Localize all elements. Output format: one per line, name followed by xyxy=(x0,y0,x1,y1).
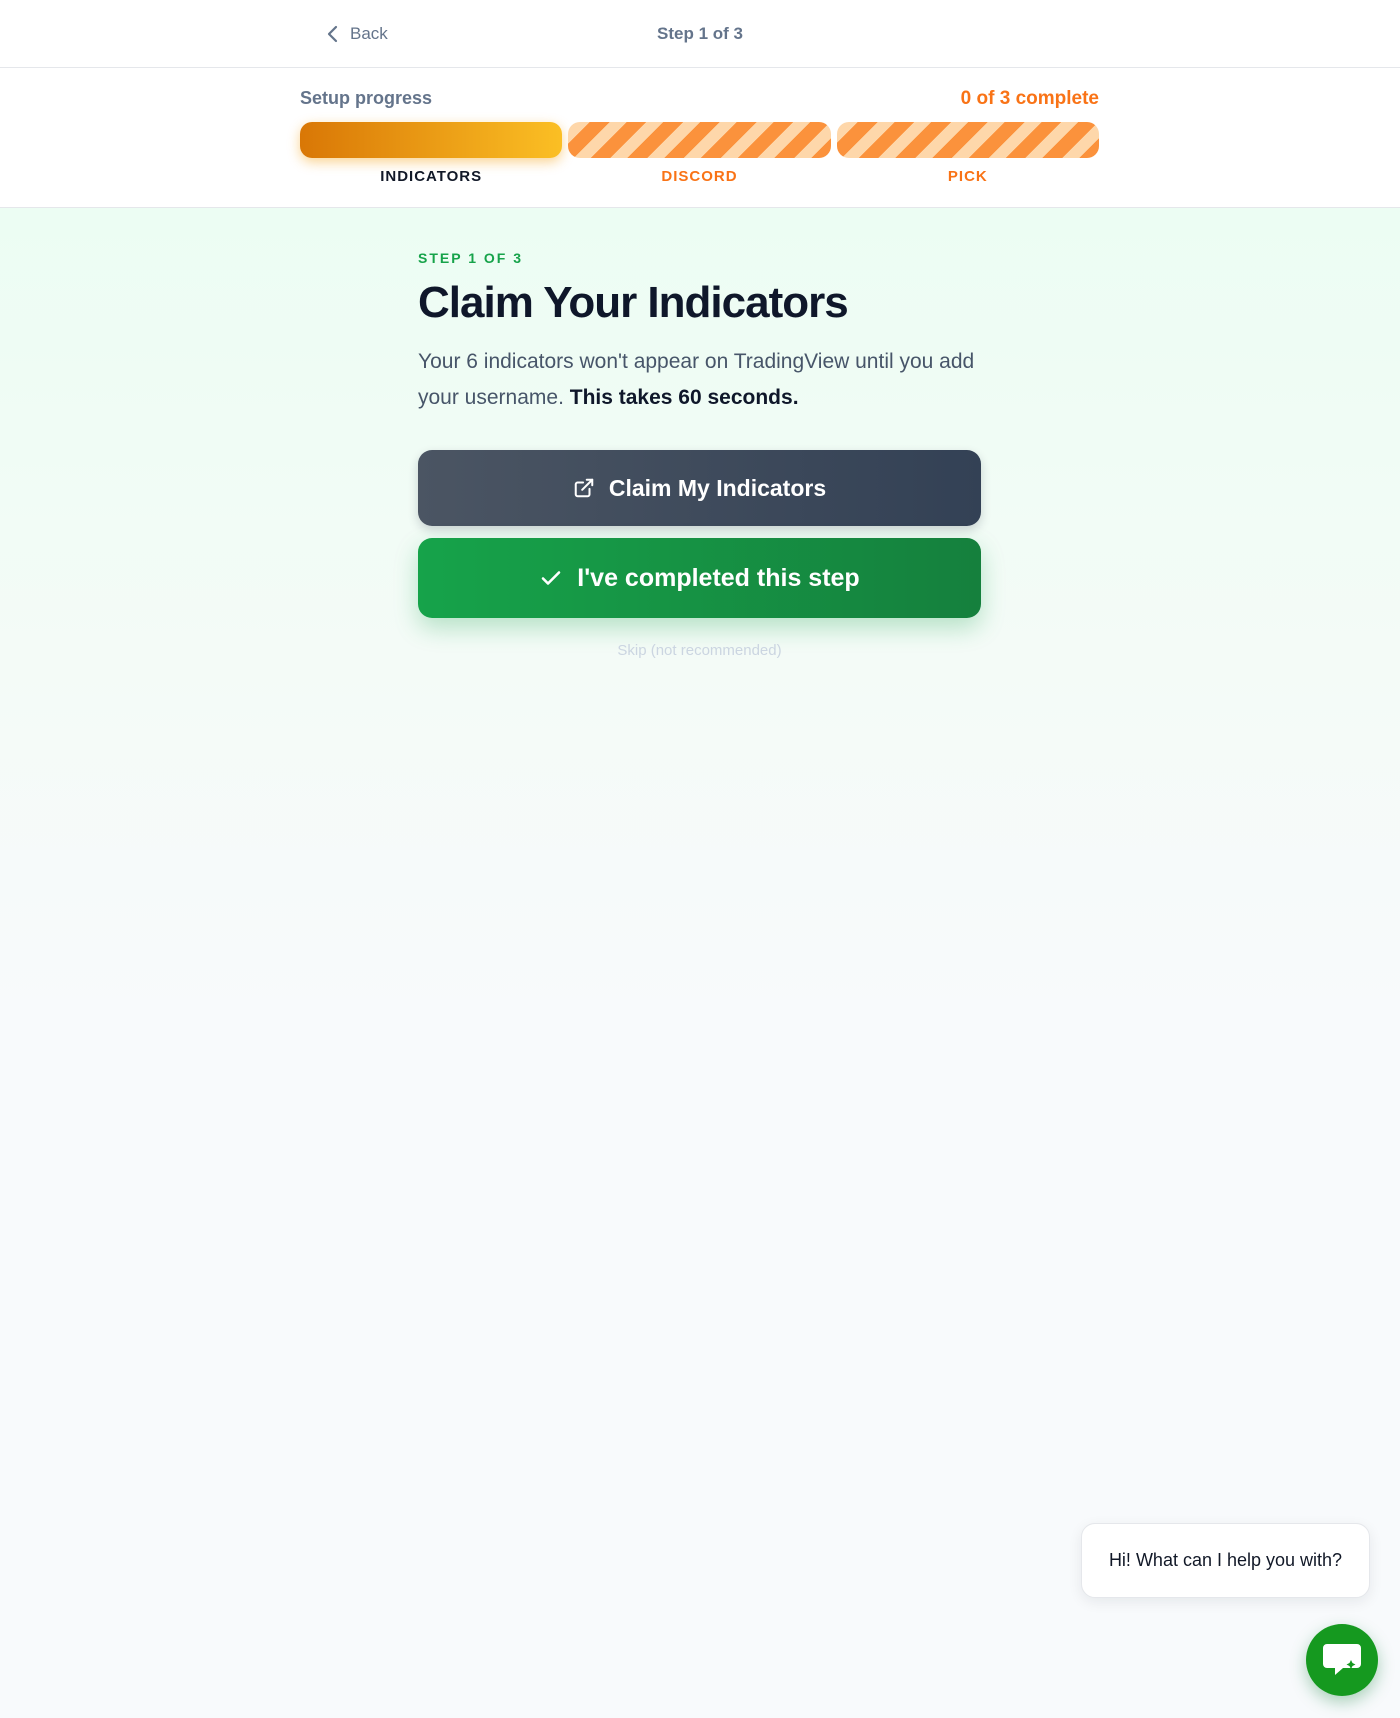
step-label-pick: PICK xyxy=(947,168,988,185)
progress-segment-indicators xyxy=(300,122,563,158)
step-eyebrow: STEP 1 OF 3 xyxy=(418,250,523,266)
chat-launcher-button[interactable] xyxy=(1306,1624,1378,1696)
description-emphasis: This takes 60 seconds. xyxy=(569,386,799,409)
main-panel: STEP 1 OF 3 Claim Your Indicators Your 6… xyxy=(0,208,1400,1718)
check-icon xyxy=(541,571,561,585)
chat-icon xyxy=(1323,1644,1361,1675)
top-bar: Back Step 1 of 3 xyxy=(0,0,1400,68)
step-indicator: Step 1 of 3 xyxy=(657,24,743,43)
step-label-indicators: INDICATORS xyxy=(380,168,483,185)
chat-greeting-text: Hi! What can I help you with? xyxy=(1108,1550,1343,1570)
chat-greeting-bubble[interactable]: Hi! What can I help you with? xyxy=(1081,1523,1370,1598)
complete-button-label: I've completed this step xyxy=(577,563,860,592)
claim-indicators-button[interactable]: Claim My Indicators xyxy=(418,450,981,526)
progress-segments xyxy=(300,122,1099,158)
step-description: Your 6 indicators won't appear on Tradin… xyxy=(418,344,981,416)
skip-link[interactable]: Skip (not recommended) xyxy=(418,642,981,659)
claim-button-label: Claim My Indicators xyxy=(608,474,827,501)
progress-count: 0 of 3 complete xyxy=(960,88,1099,109)
progress-segment-pick xyxy=(836,122,1099,158)
page-title: Claim Your Indicators xyxy=(418,278,849,327)
complete-step-button[interactable]: I've completed this step xyxy=(418,538,981,618)
progress-label: Setup progress xyxy=(300,88,433,108)
progress-segment-discord xyxy=(568,122,831,158)
step-label-discord: DISCORD xyxy=(661,168,738,185)
progress-step-labels: INDICATORS DISCORD PICK xyxy=(300,168,1099,185)
setup-progress: Setup progress 0 of 3 complete INDICATOR… xyxy=(0,68,1400,208)
external-link-icon xyxy=(574,478,594,498)
